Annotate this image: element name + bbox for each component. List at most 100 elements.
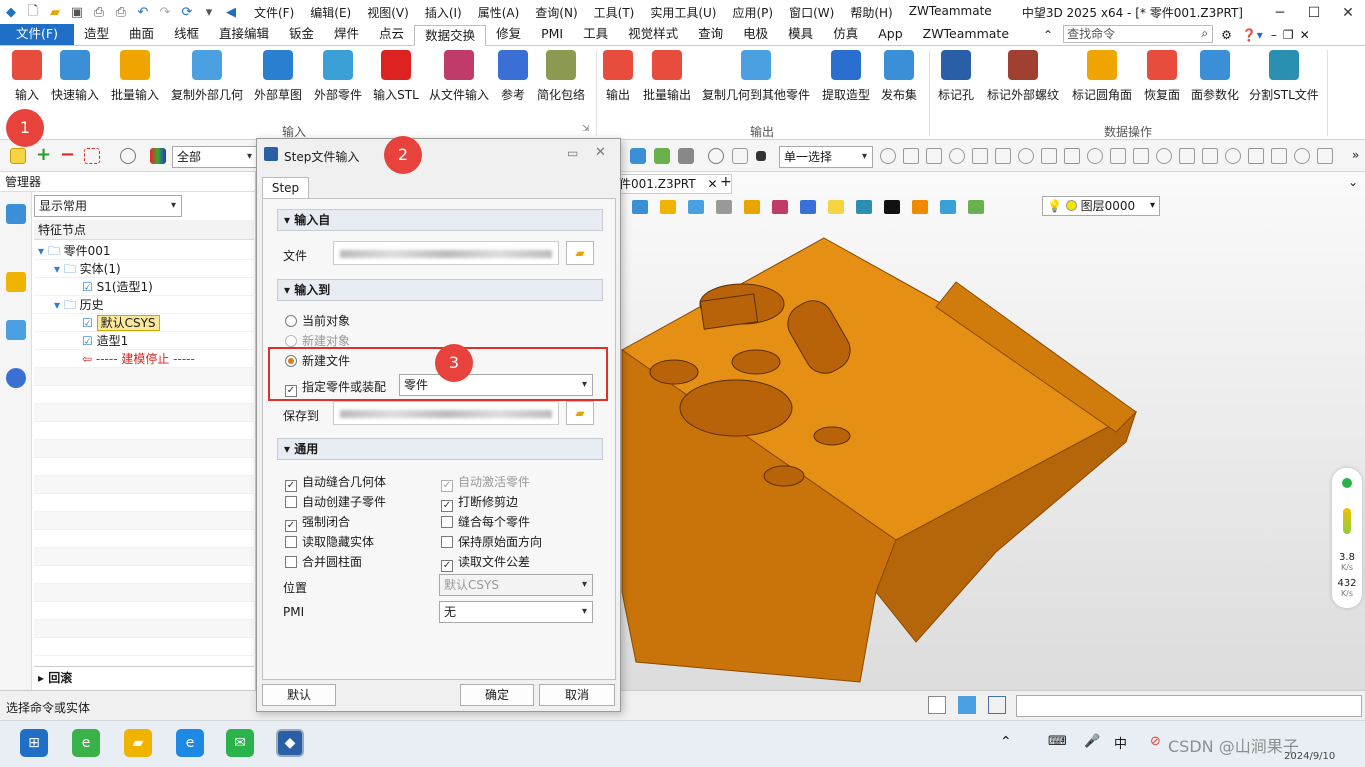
section-input-from[interactable]: ▾ 输入自 [277, 209, 603, 231]
view-manager-tab-icon[interactable] [6, 320, 26, 340]
ribbon-tab[interactable]: 数据交换 [414, 25, 487, 46]
pan-icon[interactable] [732, 148, 748, 164]
snap-tool-icon[interactable] [972, 148, 988, 164]
tree-node[interactable]: ▾ 🗀 历史 [34, 296, 254, 314]
search-icon[interactable]: ⌕ [1201, 26, 1208, 41]
select-cursor-icon[interactable] [10, 148, 26, 164]
menu-item[interactable]: 插入(I) [417, 4, 470, 21]
cancel-button[interactable]: 取消 [539, 684, 615, 706]
new-file-icon[interactable]: 🗋 [24, 4, 42, 21]
option-checkbox[interactable]: ✓ 自动缝合几何体 [285, 473, 386, 492]
snap-tool-icon[interactable] [880, 148, 896, 164]
option-checkbox[interactable]: 缝合每个零件 [441, 513, 530, 530]
snap-tool-icon[interactable] [903, 148, 919, 164]
open-file-icon[interactable]: ▰ [46, 5, 64, 21]
security-icon[interactable]: ⊘ [1150, 734, 1161, 749]
more-tools-icon[interactable]: » [1352, 148, 1359, 162]
keyboard-icon[interactable]: ⌨ [1048, 734, 1067, 749]
ribbon-tab[interactable]: 修复 [486, 24, 531, 45]
section-input-to[interactable]: ▾ 输入到 [277, 279, 603, 301]
view-tool-icon[interactable] [800, 200, 816, 214]
view-tool-icon[interactable] [688, 200, 704, 214]
snap-tool-icon[interactable] [995, 148, 1011, 164]
view-tool-icon[interactable] [828, 200, 844, 214]
menu-item[interactable]: 视图(V) [359, 4, 417, 21]
save-path-field[interactable] [333, 401, 559, 425]
maximize-button[interactable]: ☐ [1297, 5, 1331, 21]
layout-icon[interactable] [928, 696, 946, 714]
menu-item[interactable]: 文件(F) [246, 4, 302, 21]
menu-item[interactable]: 编辑(E) [302, 4, 359, 21]
ribbon-tab[interactable]: 钣金 [279, 24, 324, 45]
snap-tool-icon[interactable] [1202, 148, 1218, 164]
ribbon-button[interactable]: 复制几何到其他零件 [702, 50, 810, 103]
dialog-close-icon[interactable]: ✕ [595, 145, 606, 160]
option-checkbox[interactable]: ✓ 打断修剪边 [441, 493, 518, 512]
view-tool-icon[interactable] [772, 200, 788, 214]
radio-current-object[interactable]: 当前对象 [285, 312, 350, 329]
select-mode-select[interactable]: 单一选择 [779, 146, 873, 168]
snap-tool-icon[interactable] [1133, 148, 1149, 164]
history-tab-icon[interactable] [6, 204, 26, 224]
add-icon[interactable]: + [36, 146, 52, 164]
polygon-select-icon[interactable] [120, 148, 136, 164]
snap-tool-icon[interactable] [1179, 148, 1195, 164]
menu-item[interactable]: 窗口(W) [781, 4, 842, 21]
list-icon[interactable] [988, 696, 1006, 714]
snap-tool-icon[interactable] [1248, 148, 1264, 164]
option-checkbox[interactable]: 保持原始面方向 [441, 533, 542, 550]
ribbon-button[interactable]: 分割STL文件 [1244, 50, 1324, 103]
back-icon[interactable]: ◀ [222, 5, 240, 21]
ribbon-button[interactable]: 批量输入 [95, 50, 175, 103]
dialog-pin-icon[interactable]: ▭ [567, 146, 578, 160]
default-button[interactable]: 默认 [262, 684, 336, 706]
option-checkbox[interactable]: 读取隐藏实体 [285, 533, 374, 550]
rotate-icon[interactable] [708, 148, 724, 164]
collapse-ribbon-icon[interactable]: ⌃ [1043, 25, 1053, 45]
ok-button[interactable]: 确定 [460, 684, 534, 706]
view-tool-icon[interactable] [660, 200, 676, 214]
ribbon-button[interactable]: 标记外部螺纹 [983, 50, 1063, 103]
close-button[interactable]: ✕ [1331, 5, 1365, 21]
ribbon-tab[interactable]: 曲面 [119, 24, 164, 45]
tree-node[interactable]: ☑ 造型1 [34, 332, 254, 350]
snap-tool-icon[interactable] [1225, 148, 1241, 164]
ribbon-tab[interactable]: 视觉样式 [618, 24, 688, 45]
snap-tool-icon[interactable] [1064, 148, 1080, 164]
ribbon-tab[interactable]: 仿真 [823, 24, 868, 45]
display-icon[interactable] [958, 696, 976, 714]
minimize-button[interactable]: ─ [1263, 5, 1297, 21]
option-checkbox[interactable]: ✓ 强制闭合 [285, 513, 350, 532]
tree-node[interactable]: ☑ 默认CSYS [34, 314, 254, 332]
snap-tool-icon[interactable] [1271, 148, 1287, 164]
snap-tool-icon[interactable] [1087, 148, 1103, 164]
ribbon-tab[interactable]: 电极 [733, 24, 778, 45]
view-tool-icon[interactable] [856, 200, 872, 214]
snap-tool-icon[interactable] [926, 148, 942, 164]
expand-icon[interactable]: ▸ [38, 671, 48, 685]
ribbon-tab[interactable]: 模具 [778, 24, 823, 45]
snap-tool-icon[interactable] [1317, 148, 1333, 164]
snap-tool-icon[interactable] [1110, 148, 1126, 164]
menu-item[interactable]: 查询(N) [527, 4, 585, 21]
tree-node[interactable]: ⇦ ----- 建模停止 ----- [34, 350, 254, 368]
ribbon-tab[interactable]: 线框 [164, 24, 209, 45]
print-icon[interactable]: ⎙ [90, 5, 108, 21]
filter-icon[interactable] [150, 148, 166, 164]
view-tool-icon[interactable] [968, 200, 984, 214]
undo-icon[interactable]: ↶ [134, 5, 152, 21]
snap-tool-icon[interactable] [1294, 148, 1310, 164]
menu-item[interactable]: 应用(P) [725, 4, 782, 21]
menu-item[interactable]: 工具(T) [586, 4, 643, 21]
ribbon-tab[interactable]: 焊件 [324, 24, 369, 45]
mdi-minimize-icon[interactable]: – [1271, 25, 1277, 45]
remove-icon[interactable]: − [60, 146, 76, 164]
zw3d-taskbar-icon[interactable]: ◆ [276, 729, 304, 757]
tree-node[interactable]: ☑ S1(造型1) [34, 278, 254, 296]
view-tool-icon[interactable] [884, 200, 900, 214]
mdi-close-icon[interactable]: ✕ [1300, 25, 1310, 45]
view-tool-icon[interactable] [940, 200, 956, 214]
menu-item[interactable]: 帮助(H) [842, 4, 900, 21]
ribbon-button[interactable]: 复制外部几何 [167, 50, 247, 103]
user-tab-icon[interactable] [6, 368, 26, 388]
